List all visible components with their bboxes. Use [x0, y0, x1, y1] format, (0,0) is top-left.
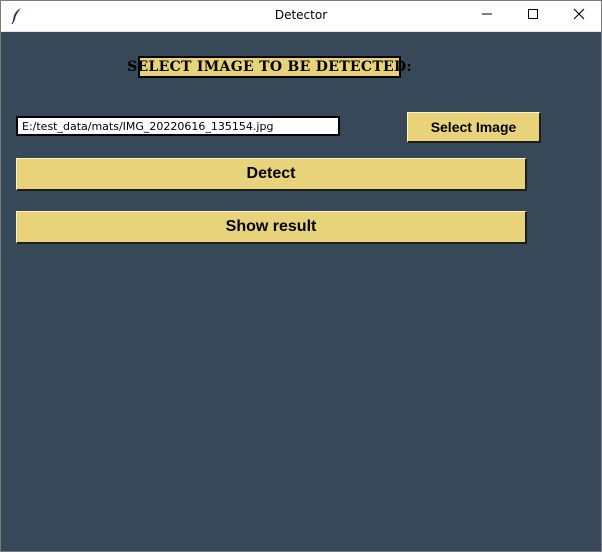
minimize-button[interactable]: [464, 1, 510, 31]
app-window: Detector SELECT IMAGE TO BE DETECTED: Se…: [0, 0, 602, 552]
close-button[interactable]: [556, 1, 602, 31]
show-result-button[interactable]: Show result: [16, 211, 527, 244]
select-image-heading: SELECT IMAGE TO BE DETECTED:: [127, 56, 412, 78]
minimize-icon: [481, 7, 493, 25]
close-icon: [573, 7, 585, 25]
select-image-button[interactable]: Select Image: [407, 112, 541, 143]
maximize-icon: [527, 7, 539, 25]
detect-button[interactable]: Detect: [16, 158, 527, 191]
maximize-button[interactable]: [510, 1, 556, 31]
image-path-input[interactable]: [16, 116, 340, 136]
title-bar[interactable]: Detector: [1, 1, 601, 32]
